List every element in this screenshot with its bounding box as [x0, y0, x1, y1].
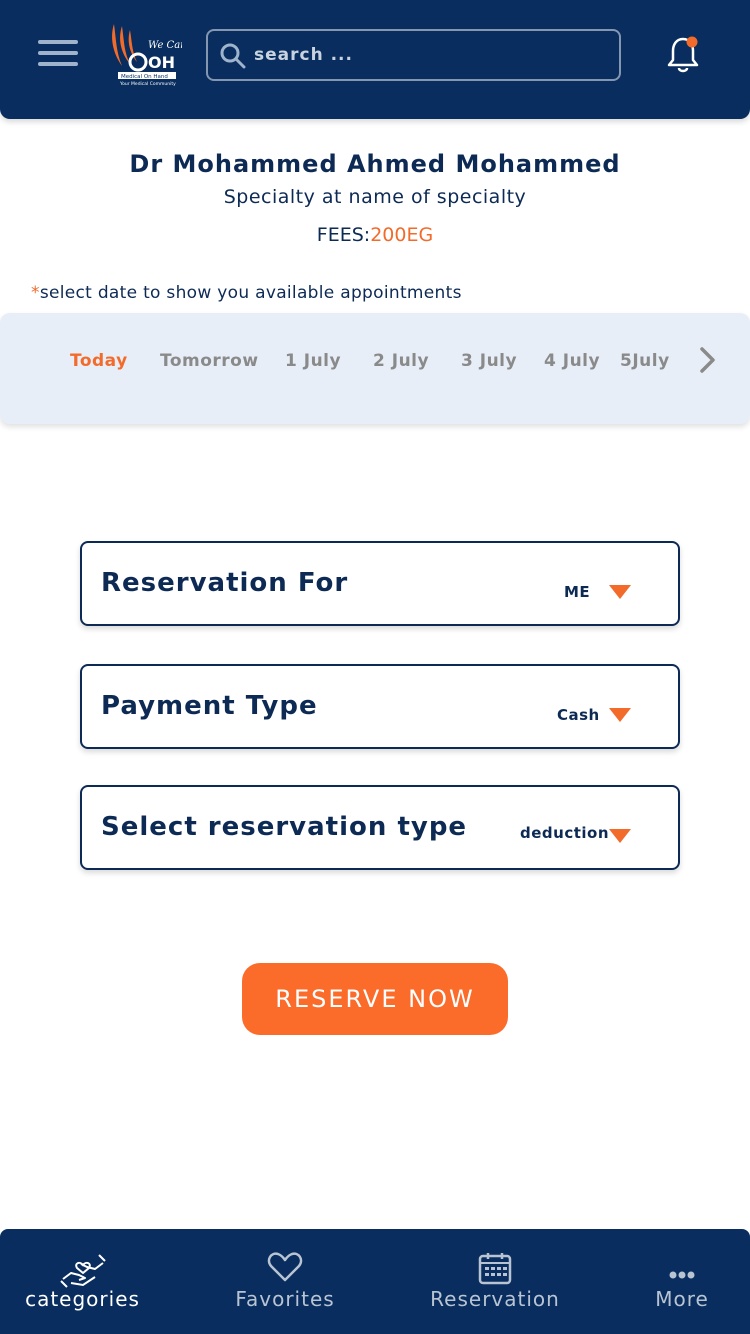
search-input[interactable]: [254, 39, 604, 71]
reserve-now-button[interactable]: RESERVE NOW: [242, 963, 508, 1035]
nav-categories-label: categories: [25, 1287, 140, 1311]
date-5-july[interactable]: 5July: [620, 351, 670, 371]
app-header: We Care OH Medical On Hand Your Medical …: [0, 0, 750, 119]
required-star: *: [31, 283, 40, 303]
date-hint: *select date to show you available appoi…: [31, 283, 462, 303]
calendar-icon: [478, 1253, 512, 1285]
payment-type-dropdown[interactable]: Payment Type Cash: [80, 664, 680, 749]
notification-dot: [686, 36, 698, 48]
nav-favorites-label: Favorites: [235, 1287, 335, 1311]
payment-type-value: Cash: [557, 706, 600, 724]
date-today[interactable]: Today: [70, 351, 128, 371]
nav-categories[interactable]: categories: [10, 1229, 155, 1334]
date-selector: Today Tomorrow 1 July 2 July 3 July 4 Ju…: [0, 313, 750, 424]
reservation-for-dropdown[interactable]: Reservation For ME: [80, 541, 680, 626]
caret-down-icon: [609, 708, 631, 722]
nav-favorites[interactable]: Favorites: [215, 1229, 355, 1334]
date-3-july[interactable]: 3 July: [461, 351, 517, 371]
svg-text:Your Medical Community: Your Medical Community: [119, 81, 176, 86]
categories-icon: [59, 1254, 106, 1288]
chevron-right-icon[interactable]: [696, 345, 720, 375]
moh-logo: We Care OH Medical On Hand Your Medical …: [112, 24, 182, 86]
nav-reservation[interactable]: Reservation: [420, 1229, 570, 1334]
hint-text: select date to show you available appoin…: [39, 283, 462, 303]
nav-more[interactable]: More: [640, 1229, 724, 1334]
reservation-for-value: ME: [564, 583, 591, 601]
nav-more-label: More: [655, 1287, 709, 1311]
date-2-july[interactable]: 2 July: [373, 351, 429, 371]
date-4-july[interactable]: 4 July: [544, 351, 600, 371]
hamburger-menu-icon[interactable]: [38, 40, 78, 70]
payment-type-label: Payment Type: [101, 691, 318, 721]
reservation-for-label: Reservation For: [101, 568, 349, 598]
search-icon: [220, 43, 246, 69]
svg-text:We Care: We Care: [148, 40, 182, 51]
doctor-specialty: Specialty at name of specialty: [223, 186, 527, 208]
bottom-navigation: categories Favorites Reservation More: [0, 1229, 750, 1334]
date-1-july[interactable]: 1 July: [285, 351, 341, 371]
fees-label: FEES:: [316, 224, 371, 246]
doctor-name: Dr Mohammed Ahmed Mohammed: [129, 150, 621, 178]
reservation-type-value: deduction: [520, 824, 610, 842]
reservation-type-label: Select reservation type: [101, 812, 468, 842]
svg-text:Medical On Hand: Medical On Hand: [121, 74, 168, 80]
svg-text:OH: OH: [148, 53, 175, 72]
date-tomorrow[interactable]: Tomorrow: [160, 351, 259, 371]
nav-reservation-label: Reservation: [430, 1287, 560, 1311]
fees-value: 200EG: [370, 224, 434, 246]
caret-down-icon: [609, 585, 631, 599]
caret-down-icon: [609, 829, 631, 843]
more-icon: [669, 1271, 695, 1279]
reservation-type-dropdown[interactable]: Select reservation type deduction: [80, 785, 680, 870]
search-bar[interactable]: [206, 29, 621, 81]
heart-icon: [267, 1252, 303, 1282]
notification-bell-icon[interactable]: [664, 34, 702, 76]
doctor-fees: FEES:200EG: [0, 224, 750, 246]
